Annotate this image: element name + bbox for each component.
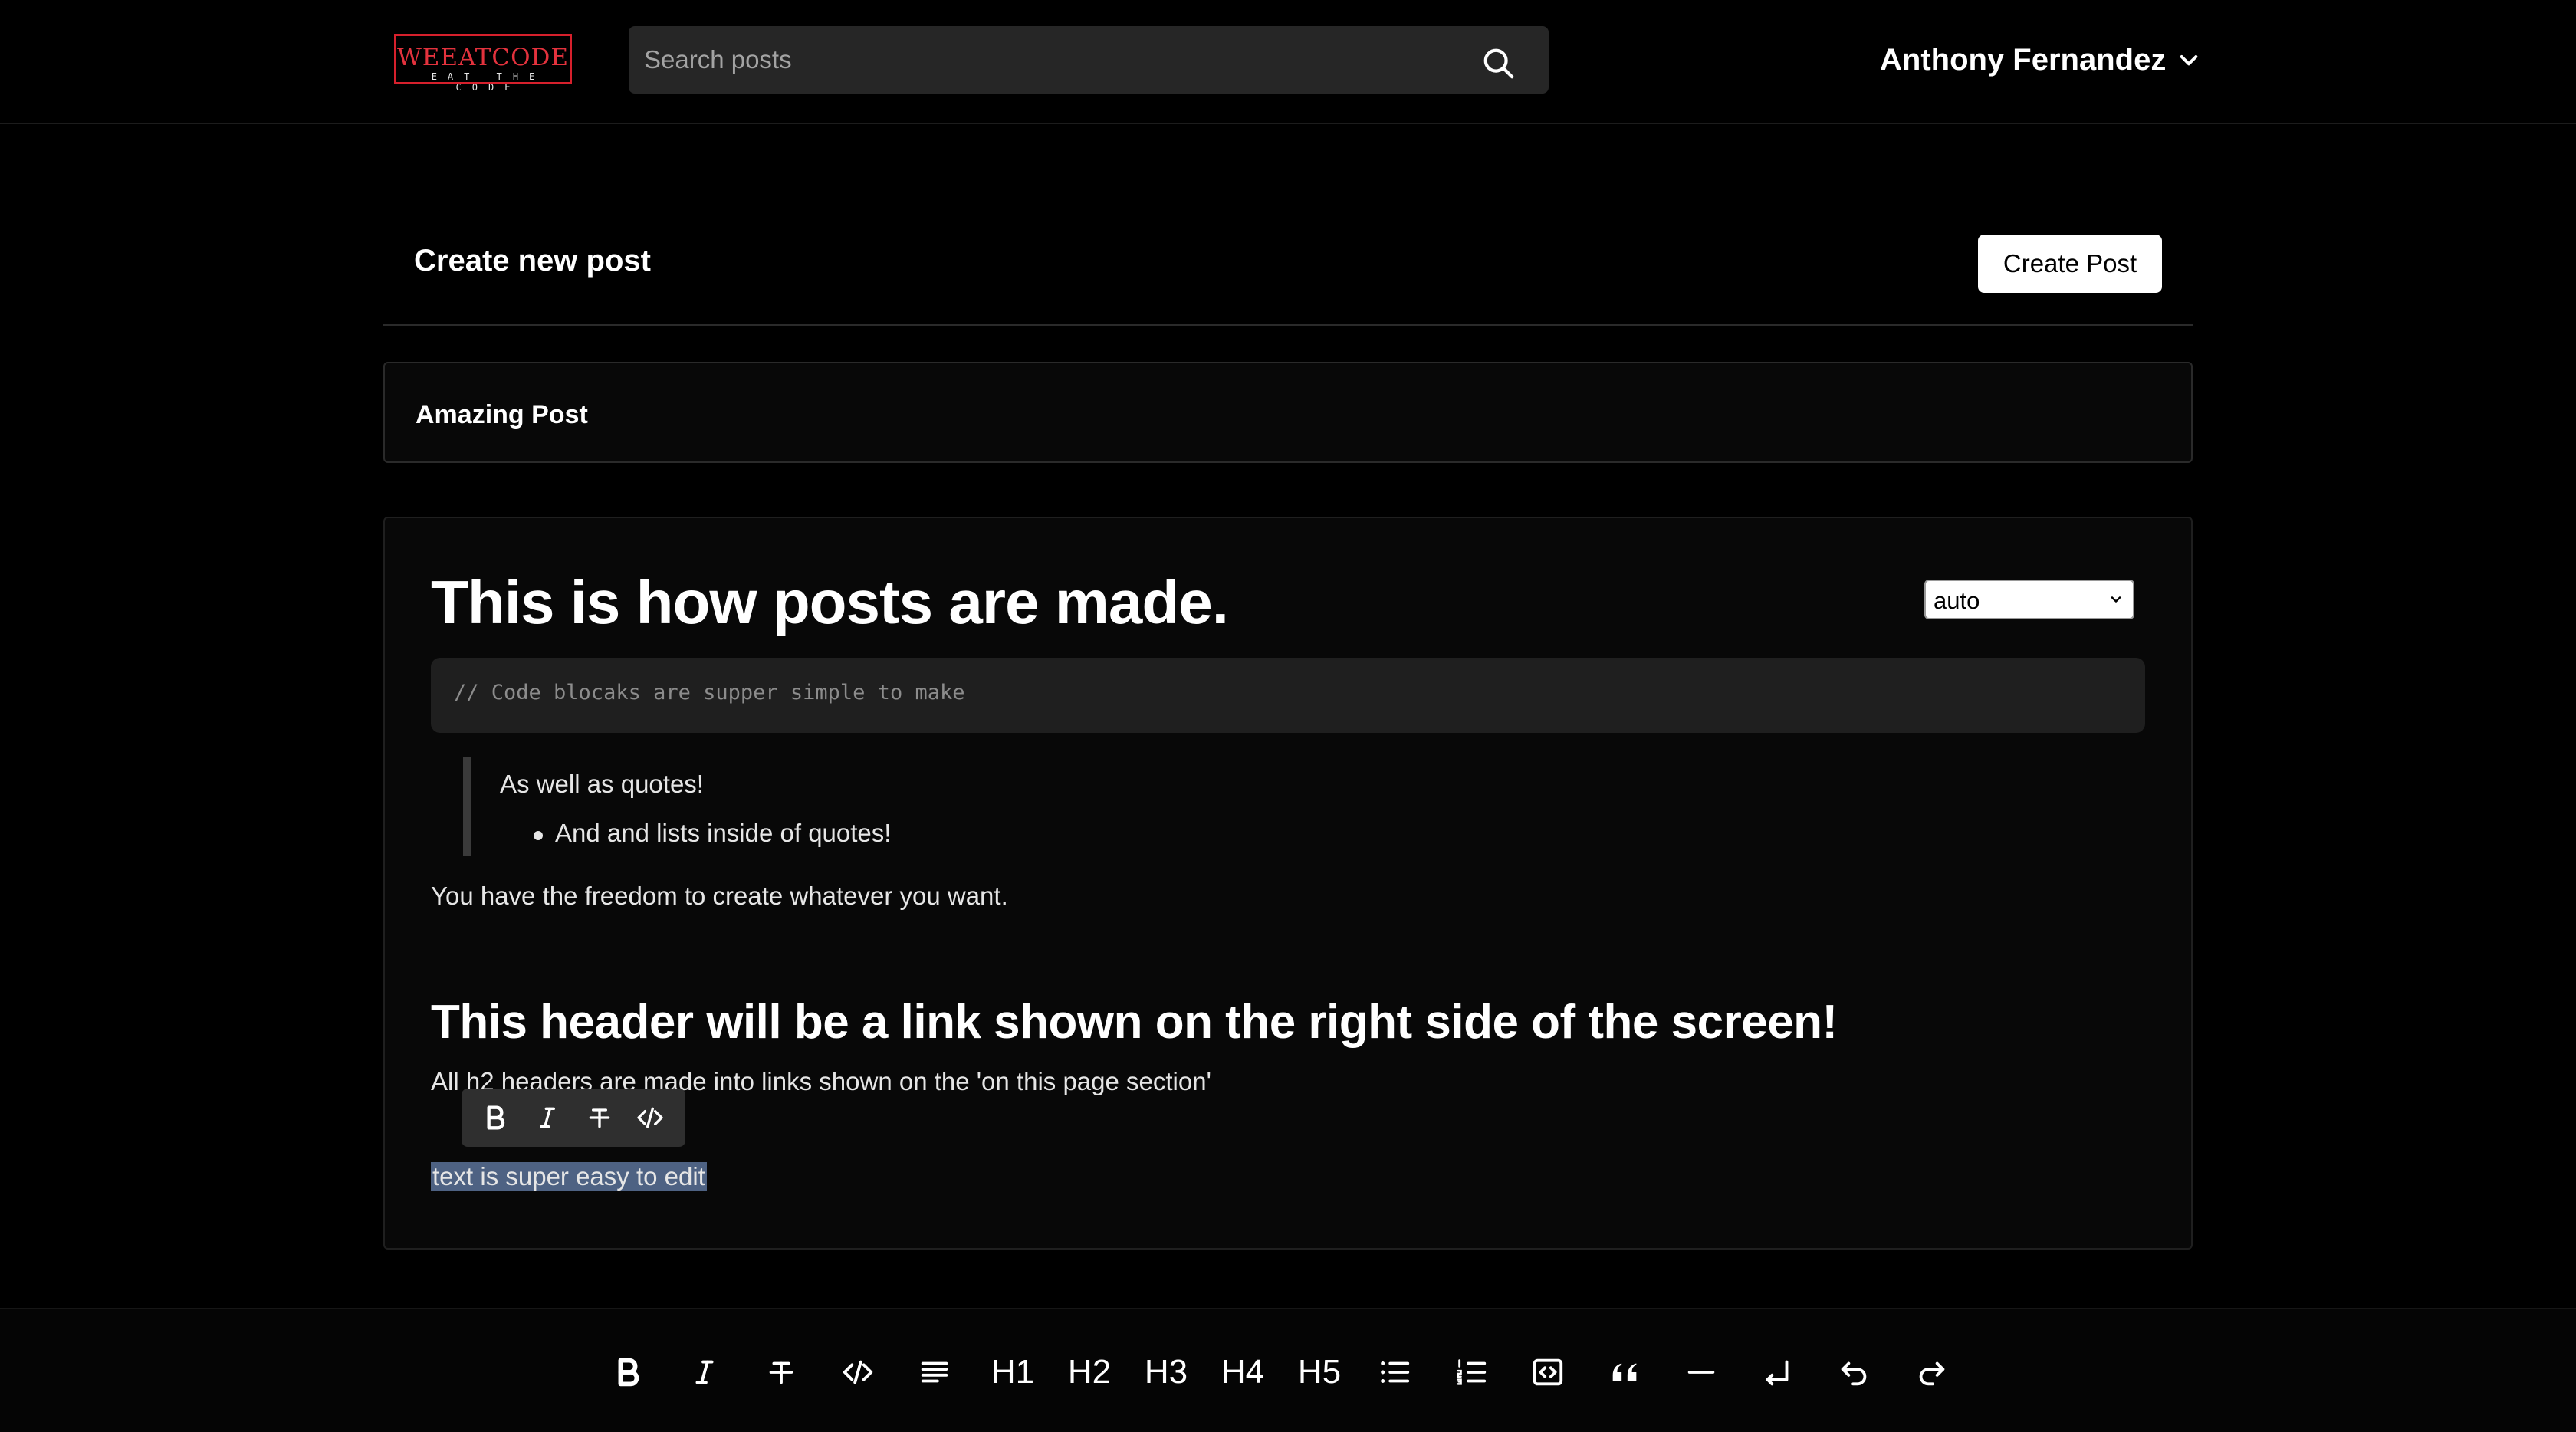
- hard-break-button[interactable]: [1756, 1351, 1799, 1394]
- code-icon[interactable]: [635, 1102, 665, 1133]
- bold-button[interactable]: [606, 1351, 649, 1394]
- undo-button[interactable]: [1833, 1351, 1876, 1394]
- user-menu[interactable]: Anthony Fernandez: [1880, 37, 2201, 83]
- paragraph-button[interactable]: [913, 1351, 956, 1394]
- strikethrough-icon[interactable]: [584, 1102, 615, 1133]
- bubble-menu: [462, 1089, 685, 1147]
- search-input[interactable]: [644, 26, 1472, 94]
- bold-icon: [618, 1358, 639, 1387]
- quote-list-item: And and lists inside of quotes!: [555, 819, 892, 847]
- heading-5-button[interactable]: H5: [1296, 1351, 1342, 1394]
- editor-heading-2[interactable]: This header will be a link shown on the …: [431, 995, 1838, 1049]
- code-block-text: // Code blocaks are supper simple to mak…: [454, 681, 965, 705]
- italic-icon[interactable]: [532, 1102, 563, 1133]
- blockquote-icon: [1612, 1363, 1637, 1381]
- bold-icon[interactable]: [480, 1102, 511, 1133]
- blockquote[interactable]: As well as quotes! And and lists inside …: [463, 757, 1383, 856]
- heading-2-button[interactable]: H2: [1066, 1351, 1112, 1394]
- paragraph-icon: [921, 1361, 948, 1383]
- search-bar: [629, 26, 1549, 94]
- horizontal-rule-icon: [1687, 1371, 1715, 1374]
- editor-toolbar: H1 H2 H3 H4 H5: [0, 1308, 2576, 1432]
- undo-icon: [1841, 1361, 1867, 1386]
- bullet-list-button[interactable]: [1373, 1351, 1416, 1394]
- create-post-button[interactable]: Create Post: [1978, 235, 2162, 293]
- blockquote-button[interactable]: [1603, 1351, 1646, 1394]
- italic-button[interactable]: [683, 1351, 726, 1394]
- site-logo[interactable]: WEEATCODE EAT THE CODE: [394, 34, 572, 93]
- logo-text: WEEATCODE: [396, 44, 570, 71]
- code-language-select[interactable]: auto: [1924, 580, 2134, 619]
- quote-text: As well as quotes!: [500, 770, 704, 798]
- user-name: Anthony Fernandez: [1880, 42, 2167, 77]
- search-icon[interactable]: [1481, 46, 1516, 81]
- hard-break-icon: [1766, 1360, 1789, 1386]
- editor-paragraph[interactable]: You have the freedom to create whatever …: [431, 882, 1008, 911]
- heading-4-button[interactable]: H4: [1220, 1351, 1266, 1394]
- bullet-dot: [534, 831, 543, 840]
- code-icon: [843, 1360, 873, 1384]
- heading-1-button[interactable]: H1: [990, 1351, 1036, 1394]
- heading-3-button[interactable]: H3: [1143, 1351, 1189, 1394]
- strikethrough-button[interactable]: [760, 1351, 803, 1394]
- editor-heading-1[interactable]: This is how posts are made.: [431, 567, 1229, 638]
- code-language-value: auto: [1934, 587, 1980, 614]
- redo-button[interactable]: [1910, 1351, 1953, 1394]
- code-block-icon: [1533, 1358, 1563, 1386]
- redo-icon: [1919, 1361, 1945, 1386]
- post-title-field[interactable]: Amazing Post: [383, 362, 2193, 463]
- horizontal-rule-button[interactable]: [1680, 1351, 1723, 1394]
- post-title-value: Amazing Post: [416, 400, 588, 429]
- logo-tagline: EAT THE CODE: [431, 71, 546, 93]
- code-button[interactable]: [836, 1351, 879, 1394]
- divider: [383, 324, 2193, 326]
- chevron-down-icon: [2180, 55, 2198, 66]
- bullet-list-icon: [1381, 1361, 1410, 1383]
- top-navbar: WEEATCODE EAT THE CODE Anthony Fernandez: [0, 0, 2576, 124]
- chevron-down-icon: [2111, 596, 2121, 603]
- code-block[interactable]: // Code blocaks are supper simple to mak…: [431, 658, 2145, 733]
- ordered-list-button[interactable]: [1450, 1351, 1493, 1394]
- code-block-button[interactable]: [1526, 1351, 1569, 1394]
- italic-icon: [695, 1360, 714, 1384]
- strikethrough-icon: [769, 1361, 794, 1384]
- ordered-list-icon: [1457, 1359, 1487, 1385]
- post-editor[interactable]: This is how posts are made. auto // Code…: [383, 517, 2193, 1250]
- page-title: Create new post: [414, 244, 651, 278]
- selected-text[interactable]: text is super easy to edit: [431, 1162, 707, 1191]
